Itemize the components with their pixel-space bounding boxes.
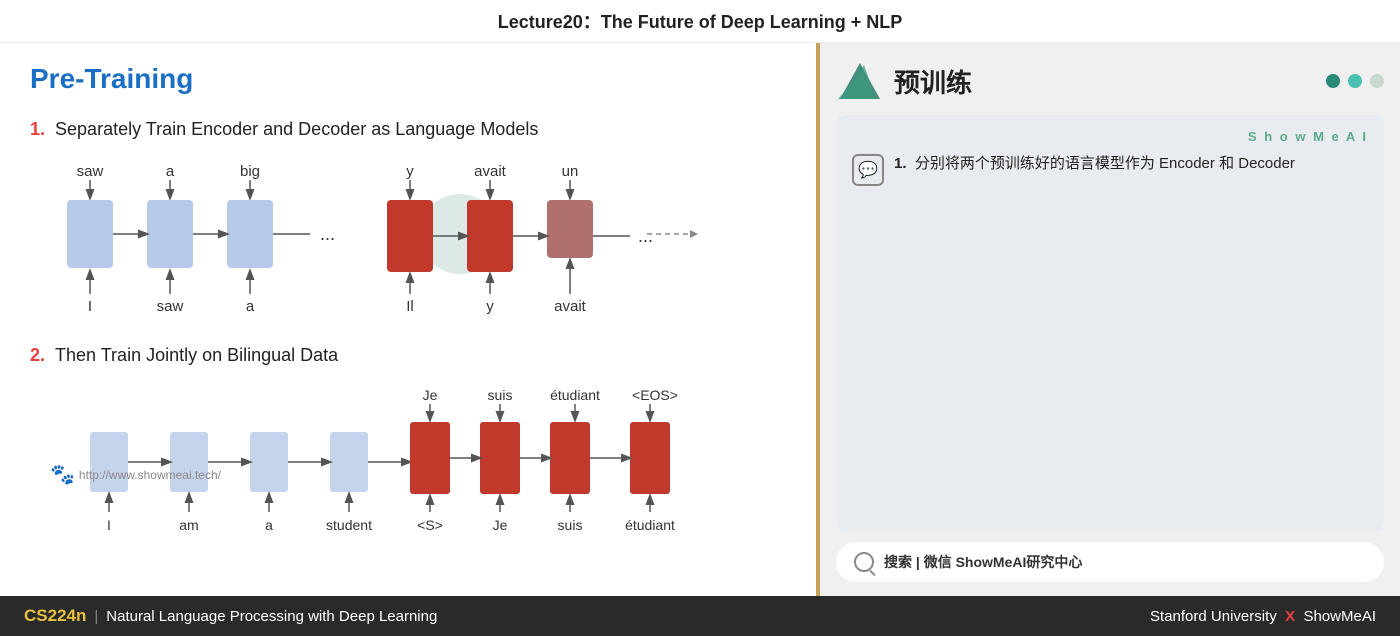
search-bar[interactable]: 搜索 | 微信 ShowMeAI研究中心 [836,542,1384,582]
svg-text:saw: saw [157,298,184,315]
svg-text:Il: Il [406,298,414,315]
section1: 1. Separately Train Encoder and Decoder … [30,119,786,140]
svg-text:étudiant: étudiant [550,387,600,403]
svg-text:I: I [88,298,92,315]
mountain-icon [836,57,884,105]
dot-1[interactable] [1326,74,1340,88]
card-item-text: 分别将两个预训练好的语言模型作为 Encoder 和 Decoder [915,155,1295,172]
svg-text:y: y [486,298,494,315]
section1-label: Separately Train Encoder and Decoder as … [55,119,538,139]
svg-text:am: am [179,517,198,533]
section2-text: 2. Then Train Jointly on Bilingual Data [30,345,786,366]
footer-right: Stanford University X ShowMeAI [1150,608,1376,625]
svg-text:avait: avait [474,163,507,180]
card-header-row: 💬 1. 分别将两个预训练好的语言模型作为 Encoder 和 Decoder [852,152,1368,186]
footer-university: Stanford University [1150,608,1277,625]
svg-text:avait: avait [554,298,587,315]
dot-2[interactable] [1348,74,1362,88]
chat-icon: 💬 [852,154,884,186]
dot-3[interactable] [1370,74,1384,88]
svg-text:big: big [240,163,260,180]
footer: CS224n | Natural Language Processing wit… [0,596,1400,636]
right-title-area: 预训练 [836,57,972,105]
slide-title: Pre-Training [30,63,786,95]
svg-text:a: a [246,298,255,315]
slide-panel: Pre-Training 1. Separately Train Encoder… [0,43,820,596]
svg-text:I: I [107,517,111,533]
chat-icon-symbol: 💬 [858,160,878,180]
main-content: Pre-Training 1. Separately Train Encoder… [0,43,1400,596]
svg-text:<EOS>: <EOS> [632,387,678,403]
svg-text:étudiant: étudiant [625,517,675,533]
card-content: 1. 分别将两个预训练好的语言模型作为 Encoder 和 Decoder [894,152,1368,176]
svg-text:Je: Je [423,387,438,403]
svg-text:a: a [166,163,175,180]
watermark-url: http://www.showmeai.tech/ [79,468,221,482]
dots-nav [1326,74,1384,88]
footer-x: X [1285,608,1295,625]
svg-text:...: ... [638,226,653,246]
svg-text:student: student [326,517,372,533]
svg-text:saw: saw [77,163,104,180]
section2: 2. Then Train Jointly on Bilingual Data [30,345,786,366]
svg-text:<S>: <S> [417,517,443,533]
section2-label: Then Train Jointly on Bilingual Data [55,345,338,365]
lecture-title: Lecture20：The Future of Deep Learning + … [498,12,903,32]
pretraining-zh-title: 预训练 [894,63,972,100]
lecture-header: Lecture20：The Future of Deep Learning + … [0,0,1400,43]
card-item-1: 1. 分别将两个预训练好的语言模型作为 Encoder 和 Decoder [894,152,1368,176]
svg-text:y: y [406,163,414,180]
footer-description: Natural Language Processing with Deep Le… [106,608,437,625]
translation-card: S h o w M e A I 💬 1. 分别将两个预训练好的语言模型作为 En… [836,115,1384,532]
right-panel: 预训练 S h o w M e A I 💬 1. 分别将两个预训练好的语言模型作… [820,43,1400,596]
search-text: 搜索 | 微信 ShowMeAI研究中心 [884,552,1082,572]
svg-text:a: a [265,517,273,533]
section1-number: 1. [30,119,45,139]
footer-showmeai: ShowMeAI [1303,608,1376,625]
right-header: 预训练 [836,57,1384,105]
svg-text:...: ... [320,224,335,244]
svg-text:suis: suis [558,517,583,533]
svg-text:Je: Je [493,517,508,533]
section1-text: 1. Separately Train Encoder and Decoder … [30,119,786,140]
footer-course: CS224n [24,606,86,626]
watermark: 🐾 http://www.showmeai.tech/ [50,462,221,487]
search-icon [854,552,874,572]
footer-pipe: | [94,608,98,625]
footer-left: CS224n | Natural Language Processing wit… [24,606,437,626]
section2-number: 2. [30,345,45,365]
watermark-icon: 🐾 [50,462,75,487]
showmeai-label: S h o w M e A I [852,129,1368,144]
diagram1-svg: saw a big ... [30,156,780,326]
svg-text:un: un [562,163,579,180]
card-item-number: 1. [894,155,907,172]
svg-text:suis: suis [488,387,513,403]
